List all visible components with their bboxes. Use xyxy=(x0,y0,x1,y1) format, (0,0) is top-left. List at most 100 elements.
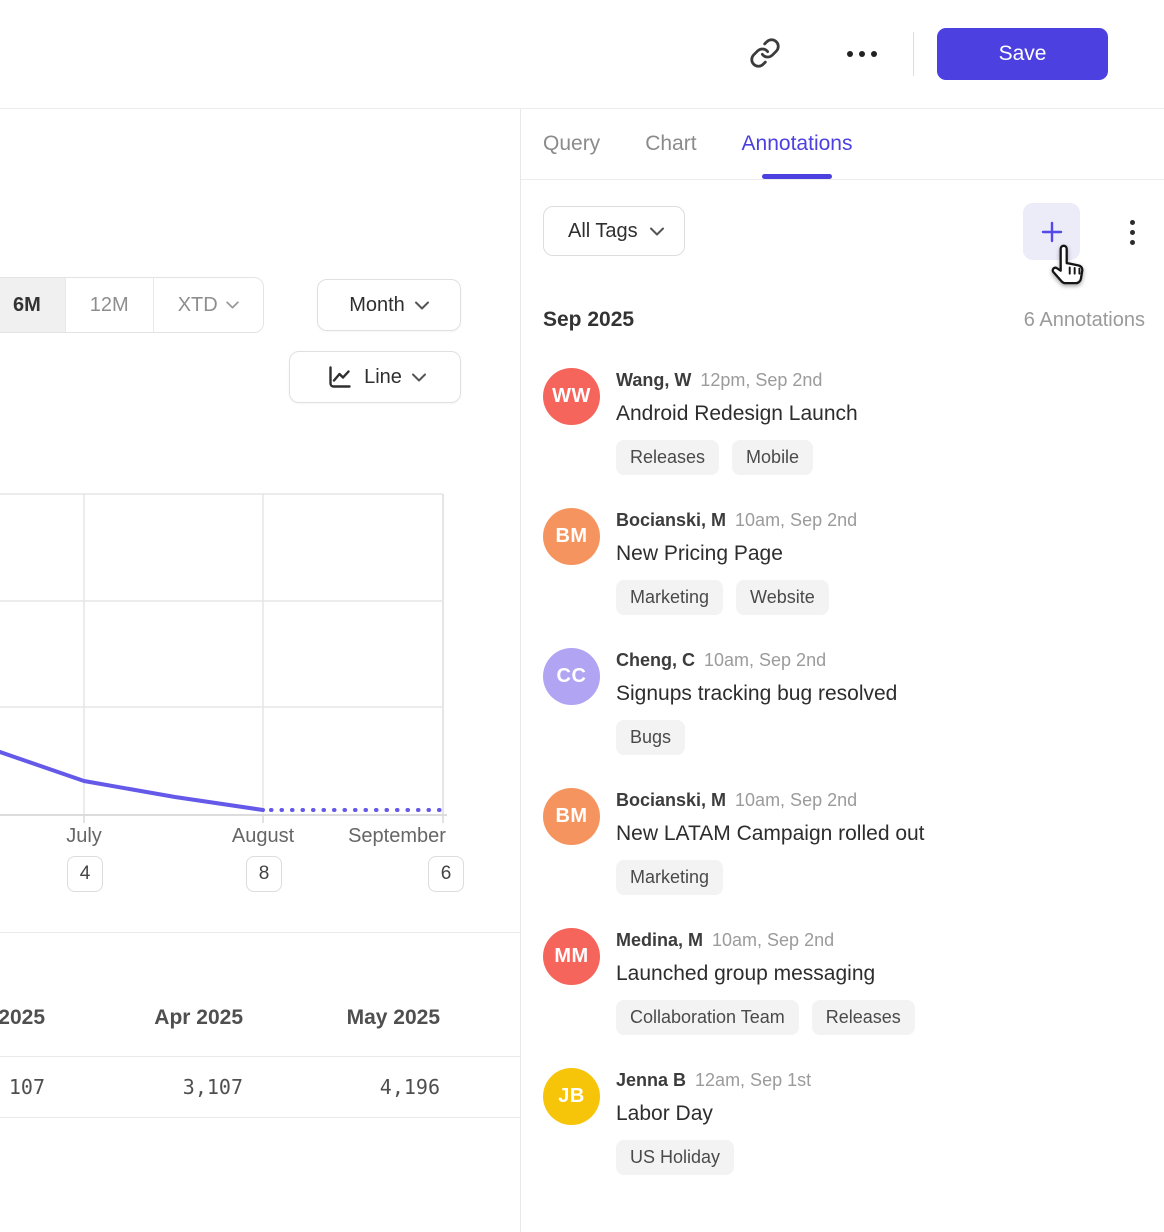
more-options-button[interactable] xyxy=(840,36,884,72)
link-icon xyxy=(749,37,781,69)
results-table: 2025Apr 2025May 2025 1073,1074,196 xyxy=(0,932,520,1118)
tab-query[interactable]: Query xyxy=(543,109,600,179)
annotation-author: Bocianski, M xyxy=(616,510,726,531)
annotation-title: Android Redesign Launch xyxy=(616,396,858,431)
tab-chart[interactable]: Chart xyxy=(645,109,696,179)
annotation-timestamp: 10am, Sep 2nd xyxy=(704,650,826,671)
tag-filter-label: All Tags xyxy=(568,220,638,243)
annotation-timestamp: 10am, Sep 2nd xyxy=(735,510,857,531)
toolbar-divider xyxy=(913,32,914,76)
x-axis-month-label: September xyxy=(327,825,467,848)
annotation-item[interactable]: CC Cheng, C 10am, Sep 2nd Signups tracking … xyxy=(543,648,1145,755)
tab-annotations[interactable]: Annotations xyxy=(742,109,853,179)
annotations-menu-button[interactable] xyxy=(1115,209,1149,255)
avatar: MM xyxy=(543,928,600,985)
tag-pill: Website xyxy=(736,580,829,615)
annotation-title: Labor Day xyxy=(616,1096,811,1131)
chevron-down-icon xyxy=(650,227,664,236)
annotations-controls: All Tags xyxy=(543,203,1145,259)
chevron-down-icon xyxy=(412,373,426,382)
annotation-item[interactable]: MM Medina, M 10am, Sep 2nd Launched group m… xyxy=(543,928,1145,1035)
annotation-tags: Collaboration Team Releases xyxy=(616,1000,915,1035)
annotation-title: Signups tracking bug resolved xyxy=(616,676,897,711)
annotations-body: All Tags Sep 2025 6 xyxy=(521,180,1164,1175)
table-header-cell: 2025 xyxy=(0,1006,45,1030)
annotation-tags: Bugs xyxy=(616,720,897,755)
table-value-cell: 4,196 xyxy=(240,1075,440,1099)
more-horizontal-icon xyxy=(847,51,877,57)
granularity-label: Month xyxy=(349,294,405,317)
x-axis-month-label: July xyxy=(14,825,154,848)
avatar: BM xyxy=(543,508,600,565)
table-header-row: 2025Apr 2025May 2025 xyxy=(0,933,520,1057)
x-axis-month-label: August xyxy=(193,825,333,848)
annotation-tags: Marketing xyxy=(616,860,925,895)
table-value-cell: 3,107 xyxy=(43,1075,243,1099)
annotation-tags: US Holiday xyxy=(616,1140,811,1175)
range-button-xtd[interactable]: XTD xyxy=(153,278,263,332)
range-segmented-control: 6M12MXTD xyxy=(0,277,264,333)
range-button-6m[interactable]: 6M xyxy=(0,278,65,332)
topbar: Save xyxy=(0,0,1164,109)
avatar: BM xyxy=(543,788,600,845)
table-value-cell: 107 xyxy=(0,1075,45,1099)
annotation-content: Jenna B 12am, Sep 1st Labor Day US Holiday xyxy=(616,1068,811,1175)
annotation-author: Jenna B xyxy=(616,1070,686,1091)
tag-filter-dropdown[interactable]: All Tags xyxy=(543,206,685,256)
line-chart[interactable] xyxy=(0,485,470,835)
section-month-label: Sep 2025 xyxy=(543,308,634,332)
annotation-count-badge[interactable]: 6 xyxy=(428,856,464,892)
table-header-cell: Apr 2025 xyxy=(43,1006,243,1030)
tag-pill: Collaboration Team xyxy=(616,1000,799,1035)
granularity-dropdown[interactable]: Month xyxy=(317,279,461,331)
annotation-timestamp: 12pm, Sep 2nd xyxy=(700,370,822,391)
annotation-timestamp: 10am, Sep 2nd xyxy=(735,790,857,811)
chart-type-label: Line xyxy=(364,366,402,389)
annotation-title: New Pricing Page xyxy=(616,536,857,571)
annotation-author: Wang, W xyxy=(616,370,691,391)
save-button[interactable]: Save xyxy=(937,28,1108,80)
avatar: JB xyxy=(543,1068,600,1125)
annotation-item[interactable]: JB Jenna B 12am, Sep 1st Labor Day US Holida… xyxy=(543,1068,1145,1175)
avatar: CC xyxy=(543,648,600,705)
tag-pill: Releases xyxy=(812,1000,915,1035)
line-chart-icon xyxy=(324,362,354,392)
plus-icon xyxy=(1039,219,1065,245)
chevron-down-icon xyxy=(415,301,429,310)
tab-bar: Query Chart Annotations xyxy=(521,109,1164,180)
annotation-item[interactable]: WW Wang, W 12pm, Sep 2nd Android Redesign L… xyxy=(543,368,1145,475)
annotation-author: Bocianski, M xyxy=(616,790,726,811)
chevron-down-icon xyxy=(226,301,239,309)
range-button-12m[interactable]: 12M xyxy=(65,278,153,332)
annotation-count-badge[interactable]: 4 xyxy=(67,856,103,892)
section-count-label: 6 Annotations xyxy=(1024,309,1145,332)
annotation-content: Bocianski, M 10am, Sep 2nd New LATAM Campa… xyxy=(616,788,925,895)
avatar: WW xyxy=(543,368,600,425)
x-axis-labels: July 4 August 8 September 6 xyxy=(0,825,520,897)
annotation-timestamp: 12am, Sep 1st xyxy=(695,1070,811,1091)
tag-pill: Bugs xyxy=(616,720,685,755)
annotation-title: New LATAM Campaign rolled out xyxy=(616,816,925,851)
tag-pill: Mobile xyxy=(732,440,813,475)
annotations-section-header: Sep 2025 6 Annotations xyxy=(543,308,1145,332)
annotation-tags: Releases Mobile xyxy=(616,440,858,475)
annotation-author: Cheng, C xyxy=(616,650,695,671)
annotations-list: WW Wang, W 12pm, Sep 2nd Android Redesign L… xyxy=(543,368,1145,1175)
copy-link-button[interactable] xyxy=(746,34,784,72)
tag-pill: Releases xyxy=(616,440,719,475)
annotation-timestamp: 10am, Sep 2nd xyxy=(712,930,834,951)
kebab-menu-icon xyxy=(1130,220,1135,245)
chart-panel: 6M12MXTD Month Line July 4 August 8 Septembe… xyxy=(0,109,520,1232)
chart-type-dropdown[interactable]: Line xyxy=(289,351,461,403)
annotation-title: Launched group messaging xyxy=(616,956,915,991)
tag-pill: Marketing xyxy=(616,580,723,615)
annotation-author: Medina, M xyxy=(616,930,703,951)
annotation-content: Medina, M 10am, Sep 2nd Launched group mes… xyxy=(616,928,915,1035)
table-header-cell: May 2025 xyxy=(240,1006,440,1030)
annotation-count-badge[interactable]: 8 xyxy=(246,856,282,892)
add-annotation-button[interactable] xyxy=(1023,203,1080,260)
annotation-item[interactable]: BM Bocianski, M 10am, Sep 2nd New Pricing P… xyxy=(543,508,1145,615)
annotation-content: Cheng, C 10am, Sep 2nd Signups tracking bu… xyxy=(616,648,897,755)
annotation-item[interactable]: BM Bocianski, M 10am, Sep 2nd New LATAM Cam… xyxy=(543,788,1145,895)
annotation-content: Wang, W 12pm, Sep 2nd Android Redesign Lau… xyxy=(616,368,858,475)
